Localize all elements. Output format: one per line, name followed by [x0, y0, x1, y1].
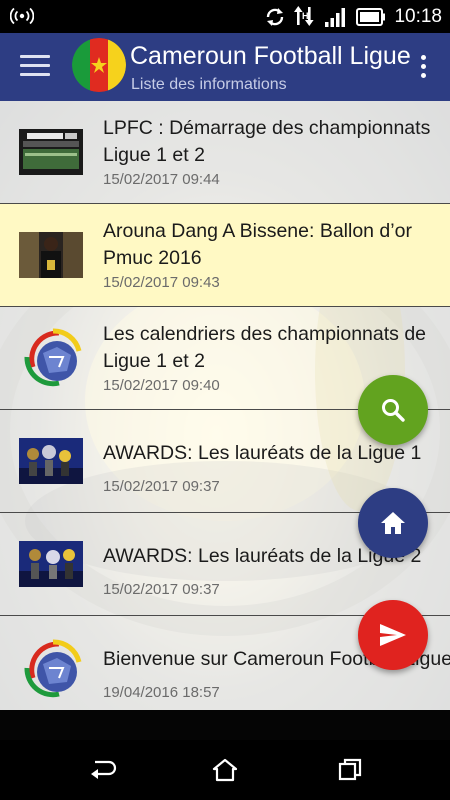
- app-title: Cameroun Football Ligue: [130, 42, 411, 70]
- news-list-container[interactable]: LPFC : Démarrage des championnats Ligue …: [0, 101, 450, 710]
- news-thumbnail: [19, 541, 83, 587]
- home-icon: [381, 512, 405, 534]
- news-title: AWARDS: Les lauréats de la Ligue 1: [103, 442, 422, 464]
- sync-icon: [267, 7, 284, 26]
- send-button[interactable]: [358, 600, 428, 670]
- news-title: Les calendriers des championnats de Ligu…: [103, 323, 427, 372]
- news-date: 15/02/2017 09:43: [103, 274, 220, 291]
- battery-icon: [356, 7, 386, 26]
- svg-text:H: H: [302, 11, 309, 21]
- app-logo: [72, 38, 126, 92]
- news-title: LPFC : Démarrage des championnats Ligue …: [103, 117, 431, 166]
- status-bar: H 10:18: [0, 0, 450, 33]
- news-thumbnail: [19, 232, 83, 278]
- news-date: 15/02/2017 09:37: [103, 478, 220, 495]
- bottom-band: [0, 710, 450, 740]
- league-logo-thumbnail: [24, 639, 82, 698]
- news-thumbnail: [19, 438, 83, 484]
- app-bar: Cameroun Football Ligue Liste des inform…: [0, 33, 450, 101]
- home-nav-icon[interactable]: [210, 756, 240, 784]
- send-icon: [380, 624, 406, 646]
- app-subtitle: Liste des informations: [131, 76, 287, 93]
- search-icon: [382, 399, 405, 422]
- more-vert-icon: [420, 55, 426, 60]
- news-date: 15/02/2017 09:37: [103, 581, 220, 598]
- news-date: 15/02/2017 09:40: [103, 377, 220, 394]
- search-button[interactable]: [358, 375, 428, 445]
- menu-button[interactable]: [20, 55, 50, 79]
- list-item[interactable]: LPFC : Démarrage des championnats Ligue …: [0, 101, 450, 204]
- back-icon[interactable]: [87, 756, 117, 784]
- cell-signal-icon: [325, 7, 346, 27]
- wireless-signal-icon: [10, 7, 34, 25]
- list-item[interactable]: Arouna Dang A Bissene: Ballon d’or Pmuc …: [0, 204, 450, 307]
- home-button[interactable]: [358, 488, 428, 558]
- clock: 10:18: [394, 5, 442, 27]
- news-title: Arouna Dang A Bissene: Ballon d’or Pmuc …: [103, 220, 412, 269]
- news-thumbnail: [19, 129, 83, 175]
- league-logo-thumbnail: [24, 328, 82, 387]
- news-date: 15/02/2017 09:44: [103, 171, 220, 188]
- recent-apps-icon[interactable]: [335, 756, 365, 784]
- navigation-bar: [0, 740, 450, 800]
- overflow-menu-button[interactable]: [418, 55, 428, 81]
- data-arrows-icon: H: [294, 5, 315, 26]
- news-date: 19/04/2016 18:57: [103, 684, 220, 701]
